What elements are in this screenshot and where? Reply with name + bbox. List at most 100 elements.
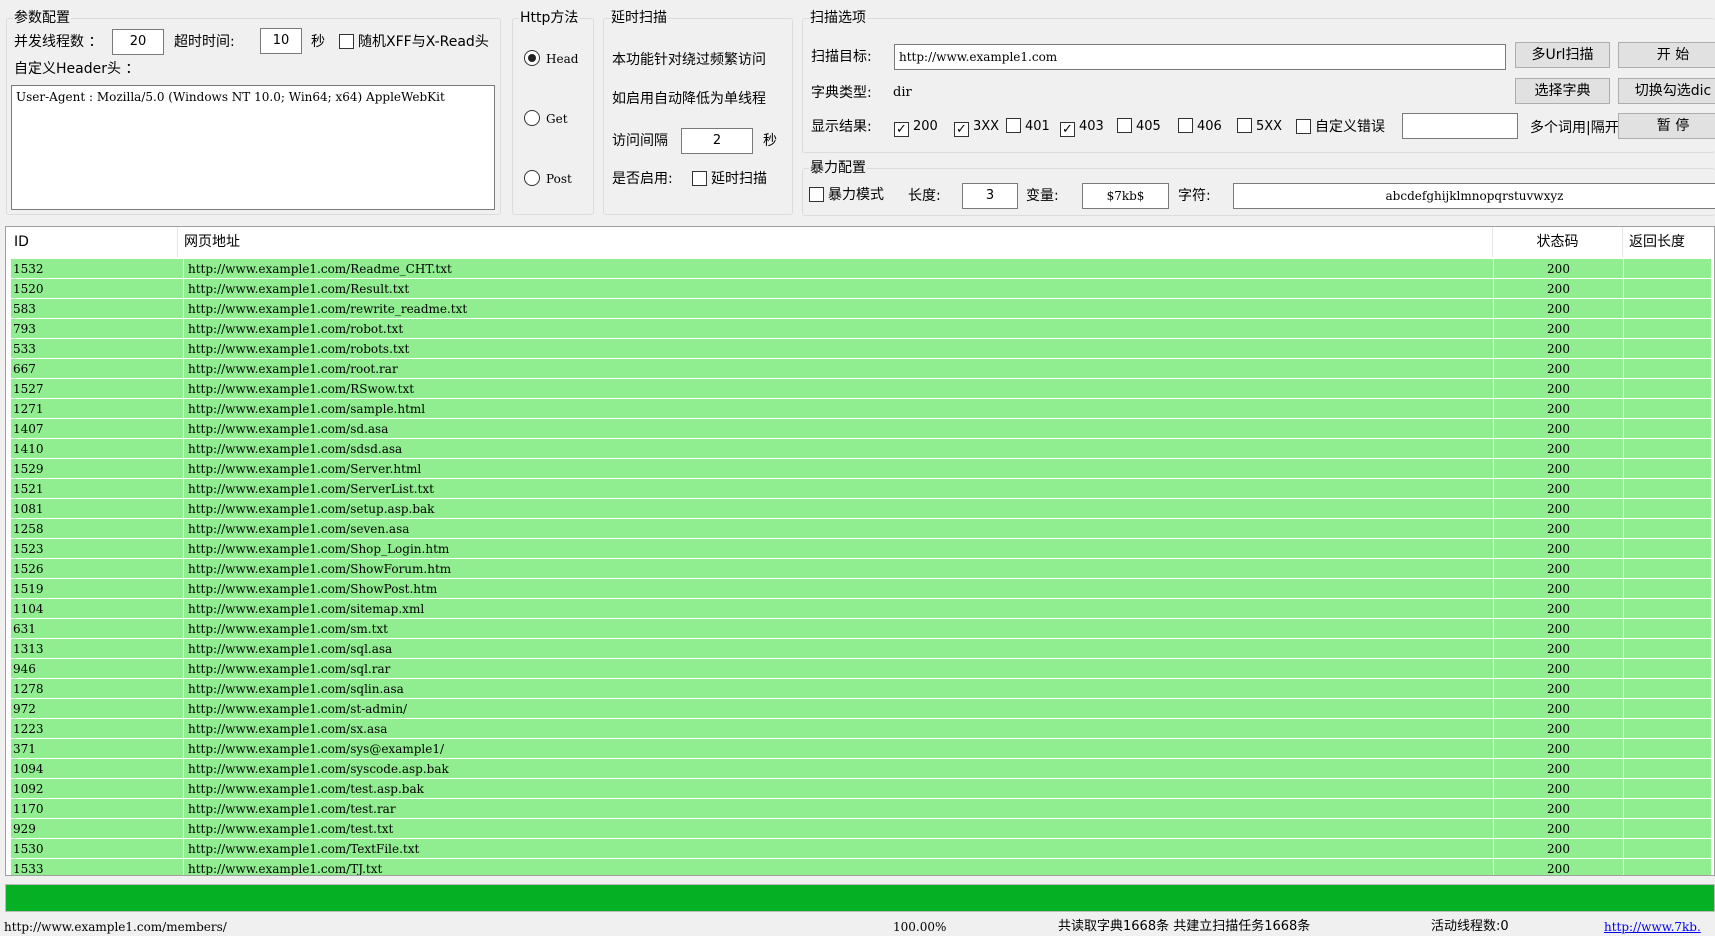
choose-dict-button[interactable]: 选择字典: [1515, 78, 1610, 104]
table-cell-url: http://www.example1.com/TJ.txt: [183, 859, 1493, 875]
status-link[interactable]: http://www.7kb.: [1604, 918, 1715, 936]
status-current-url: http://www.example1.com/members/: [4, 920, 227, 934]
table-row[interactable]: 1532 http://www.example1.com/Readme_CHT.t…: [11, 259, 1711, 279]
table-row[interactable]: 1530 http://www.example1.com/TextFile.txt…: [11, 839, 1711, 859]
col-length-header[interactable]: 返回长度: [1623, 227, 1714, 257]
table-row[interactable]: 1519 http://www.example1.com/ShowPost.htm…: [11, 579, 1711, 599]
filter-405[interactable]: 405: [1117, 117, 1161, 137]
table-row[interactable]: 1407 http://www.example1.com/sd.asa 200: [11, 419, 1711, 439]
table-row[interactable]: 533 http://www.example1.com/robots.txt 200: [11, 339, 1711, 359]
timeout-input[interactable]: 10: [260, 28, 302, 54]
filter-3xx[interactable]: ✓ 3XX: [954, 117, 999, 137]
filter-200-box[interactable]: ✓: [894, 122, 909, 137]
interval-input[interactable]: 2: [681, 128, 753, 154]
table-row[interactable]: 929 http://www.example1.com/test.txt 200: [11, 819, 1711, 839]
table-cell-status: 200: [1493, 699, 1623, 719]
table-cell-url: http://www.example1.com/TextFile.txt: [183, 839, 1493, 859]
table-row[interactable]: 972 http://www.example1.com/st-admin/200: [11, 699, 1711, 719]
table-row[interactable]: 583 http://www.example1.com/rewrite_readm…: [11, 299, 1711, 319]
table-row[interactable]: 1081 http://www.example1.com/setup.asp.ba…: [11, 499, 1711, 519]
col-url-header[interactable]: 网页地址: [178, 227, 1493, 257]
filter-custom-error[interactable]: 自定义错误: [1296, 117, 1385, 137]
custom-error-input[interactable]: [1402, 113, 1518, 139]
method-get-radio[interactable]: Get: [524, 109, 568, 129]
table-row[interactable]: 667 http://www.example1.com/root.rar 200: [11, 359, 1711, 379]
table-row[interactable]: 1092 http://www.example1.com/test.asp.bak…: [11, 779, 1711, 799]
col-id-header[interactable]: ID: [8, 227, 178, 257]
table-cell-id: 1170: [13, 802, 44, 816]
header-textarea[interactable]: User-Agent : Mozilla/5.0 (Windows NT 10.…: [11, 85, 495, 210]
table-row[interactable]: 1526 http://www.example1.com/ShowForum.ht…: [11, 559, 1711, 579]
method-head-radio[interactable]: Head: [524, 49, 578, 69]
brute-mode-checkbox[interactable]: 暴力模式: [809, 185, 884, 205]
table-row[interactable]: 1521 http://www.example1.com/ServerList.t…: [11, 479, 1711, 499]
pause-button[interactable]: 暂 停: [1618, 113, 1715, 139]
random-xff-checkbox[interactable]: 随机XFF与X-Read头: [339, 32, 489, 52]
filter-403[interactable]: ✓ 403: [1060, 117, 1104, 137]
table-cell-status: 200: [1493, 499, 1623, 519]
filter-405-box[interactable]: [1117, 118, 1132, 133]
table-cell-length: [1623, 279, 1711, 299]
results-table[interactable]: ID 网页地址 状态码 返回长度 1532 http://www.example1…: [5, 226, 1715, 876]
filter-406[interactable]: 406: [1178, 117, 1222, 137]
table-row[interactable]: 1170 http://www.example1.com/test.rar 200: [11, 799, 1711, 819]
table-row[interactable]: 793 http://www.example1.com/robot.txt 200: [11, 319, 1711, 339]
switch-dict-button[interactable]: 切换勾选dic: [1618, 78, 1715, 104]
table-cell-status: 200: [1493, 599, 1623, 619]
table-cell-url: http://www.example1.com/sx.asa: [183, 719, 1493, 739]
multi-url-button[interactable]: 多Url扫描: [1515, 42, 1610, 68]
table-row[interactable]: 1523 http://www.example1.com/Shop_Login.h…: [11, 539, 1711, 559]
table-row[interactable]: 1094 http://www.example1.com/syscode.asp.…: [11, 759, 1711, 779]
filter-5xx-box[interactable]: [1237, 118, 1252, 133]
table-row[interactable]: 1258 http://www.example1.com/seven.asa 200: [11, 519, 1711, 539]
table-row[interactable]: 371 http://www.example1.com/sys@example1/…: [11, 739, 1711, 759]
filter-406-box[interactable]: [1178, 118, 1193, 133]
table-row[interactable]: 1533 http://www.example1.com/TJ.txt 200: [11, 859, 1711, 875]
target-input[interactable]: http://www.example1.com: [894, 44, 1506, 70]
table-cell-id: 1278: [13, 682, 44, 696]
col-status-header[interactable]: 状态码: [1493, 227, 1623, 257]
table-cell-url: http://www.example1.com/test.asp.bak: [183, 779, 1493, 799]
method-post-radio[interactable]: Post: [524, 169, 572, 189]
table-row[interactable]: 1104 http://www.example1.com/sitemap.xml 2…: [11, 599, 1711, 619]
brute-variable-input[interactable]: $7kb$: [1082, 183, 1169, 209]
filter-401[interactable]: 401: [1006, 117, 1050, 137]
table-header: ID 网页地址 状态码 返回长度: [6, 227, 1714, 257]
start-button[interactable]: 开 始: [1618, 42, 1715, 68]
table-cell-url: http://www.example1.com/robot.txt: [183, 319, 1493, 339]
table-cell-length: [1623, 519, 1711, 539]
table-row[interactable]: 1520 http://www.example1.com/Result.txt 20…: [11, 279, 1711, 299]
delay-enable-checkbox[interactable]: 延时扫描: [692, 169, 767, 189]
filter-401-box[interactable]: [1006, 118, 1021, 133]
filter-custom-error-box[interactable]: [1296, 119, 1311, 134]
table-row[interactable]: 1223 http://www.example1.com/sx.asa 200: [11, 719, 1711, 739]
header-text: User-Agent : Mozilla/5.0 (Windows NT 10.…: [16, 90, 445, 104]
brute-mode-box[interactable]: [809, 187, 824, 202]
table-row[interactable]: 946 http://www.example1.com/sql.rar 200: [11, 659, 1711, 679]
method-post-dot[interactable]: [524, 170, 540, 186]
brute-charset-label: 字符:: [1178, 188, 1211, 204]
filter-403-box[interactable]: ✓: [1060, 122, 1075, 137]
filter-5xx[interactable]: 5XX: [1237, 117, 1282, 137]
table-row[interactable]: 1313 http://www.example1.com/sql.asa 200: [11, 639, 1711, 659]
table-row[interactable]: 1278 http://www.example1.com/sqlin.asa 200: [11, 679, 1711, 699]
delay-enable-box[interactable]: [692, 171, 707, 186]
table-row[interactable]: 1271 http://www.example1.com/sample.html 2…: [11, 399, 1711, 419]
http-method-legend: Http方法: [520, 10, 579, 26]
table-row[interactable]: 1527 http://www.example1.com/RSwow.txt 200: [11, 379, 1711, 399]
table-cell-status: 200: [1493, 379, 1623, 399]
brute-charset-input[interactable]: abcdefghijklmnopqrstuvwxyz: [1233, 183, 1715, 209]
random-xff-box[interactable]: [339, 34, 354, 49]
table-row[interactable]: 631 http://www.example1.com/sm.txt 200: [11, 619, 1711, 639]
threads-input[interactable]: 20: [112, 29, 164, 55]
delay-enable-text: 延时扫描: [711, 171, 767, 187]
method-get-dot[interactable]: [524, 110, 540, 126]
filter-3xx-box[interactable]: ✓: [954, 122, 969, 137]
table-cell-length: [1623, 659, 1711, 679]
method-head-dot[interactable]: [524, 50, 540, 66]
table-cell-url: http://www.example1.com/sdsd.asa: [183, 439, 1493, 459]
brute-length-input[interactable]: 3: [962, 183, 1018, 209]
filter-200[interactable]: ✓ 200: [894, 117, 938, 137]
table-row[interactable]: 1410 http://www.example1.com/sdsd.asa 200: [11, 439, 1711, 459]
table-row[interactable]: 1529 http://www.example1.com/Server.html 2…: [11, 459, 1711, 479]
